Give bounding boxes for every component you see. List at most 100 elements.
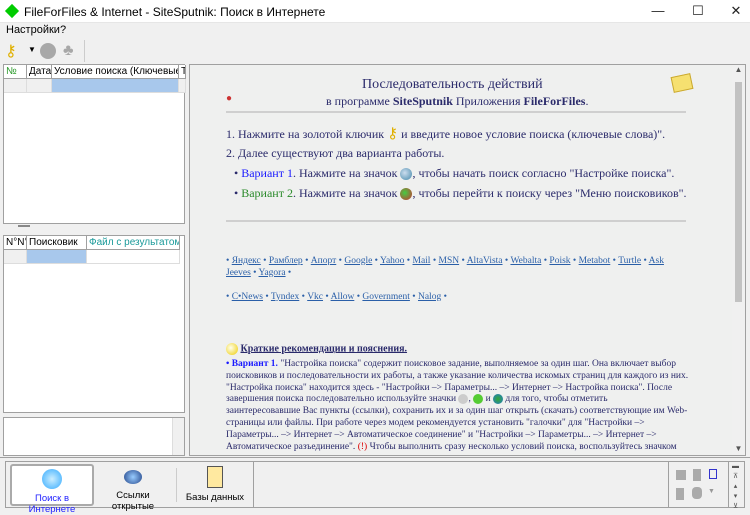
link-webalta[interactable]: Webalta [510,256,541,266]
search-globe-icon [400,168,413,181]
rec-line: Чтобы выполнить сразу несколько условий … [369,441,677,452]
memo-scrollbar[interactable] [172,418,184,455]
close-button[interactable]: ✕ [716,0,750,22]
golden-key-icon: ⚷ [387,126,399,142]
variant-text: . Нажмите на значок [292,166,401,180]
variant-2: • Вариант 2. Нажмите на значок , чтобы п… [234,186,687,201]
vertical-scrollbar[interactable]: ▲ ▼ [732,65,745,455]
splitter-handle[interactable] [18,225,30,227]
subtitle-fileforfiles: FileForFiles [523,94,586,108]
search-engines-icon: ● [226,93,233,104]
toolbar: ⚷ ▼ ♣ [0,39,750,63]
scroll-up-icon[interactable]: ▲ [732,65,745,74]
settings-icon[interactable] [692,487,702,499]
subtitle-text: в программе [326,94,393,108]
golden-key-icon[interactable]: ⚷ [5,41,17,61]
rec-line: для того, чтобы отметить [503,394,608,405]
link-nalog[interactable]: Nalog [418,292,441,302]
rec-line: Автоматическое разъединение". [226,441,358,452]
link-allow[interactable]: Allow [331,292,355,302]
search-engines-icon[interactable]: ♣ [63,42,74,60]
link-яндекс[interactable]: Яндекс [232,256,261,266]
variant-1: • Вариант 1. Нажмите на значок , чтобы н… [234,166,675,181]
divider [253,462,254,507]
link-yagora[interactable]: Yagora [259,268,286,278]
document-icon[interactable] [709,469,717,479]
link-poisk[interactable]: Poisk [549,256,570,266]
scroll-thumb[interactable] [735,82,742,302]
search-engines-icon [400,188,413,201]
selected-cell[interactable] [52,79,179,93]
rec-line: Параметры... –> Интернет –> Автоматическ… [226,429,657,440]
navigation-scroller[interactable]: ▬ ⊼ ▴ ▾ ⊻ [728,462,742,510]
col-nn[interactable]: N°N° [4,236,27,250]
link-yahoo[interactable]: Yahoo [380,256,404,266]
maximize-button[interactable]: ☐ [678,0,718,22]
divider [668,462,669,507]
warning-mark: (!) [357,441,368,452]
col-engine[interactable]: Поисковик [27,236,87,250]
link-altavista[interactable]: AltaVista [467,256,503,266]
col-number[interactable]: № [4,65,27,79]
toolbar-divider [84,40,85,62]
planet-icon [124,470,142,484]
grid-cell [4,79,27,93]
tab-internet-search[interactable]: Поиск в Интернете [10,464,94,515]
link-government[interactable]: Government [362,292,410,302]
help-content-pane: Последовательность действий в программе … [189,64,746,456]
page-icon[interactable] [676,488,684,500]
notepad-pencil-icon [670,73,694,93]
link-turtle[interactable]: Turtle [618,256,641,266]
search-globe-icon[interactable] [40,43,56,59]
tab-opened-links[interactable]: Ссылки открытые [96,464,170,512]
copy-icon[interactable] [676,470,686,480]
col-t[interactable]: Т [179,65,186,79]
link-google[interactable]: Google [344,256,372,266]
rec-line: страницы или файлы. При работе через мод… [226,418,645,429]
col-condition[interactable]: Условие поиска (Ключевые слова) [52,65,179,79]
link-vkc[interactable]: Vkc [307,292,323,302]
window-title: FileForFiles & Internet - SiteSputnik: П… [24,5,326,19]
news-links: • C•News • Tyndex • Vkc • Allow • Govern… [226,292,447,302]
variant-text: . Нажмите на значок [292,186,401,200]
tab-databases[interactable]: Базы данных [182,464,248,506]
app-icon [4,3,20,19]
rec-line: завершения поиска последовательно исполь… [226,394,457,405]
tab-label: Базы данных [185,492,245,503]
search-conditions-grid[interactable]: № Дата Условие поиска (Ключевые слова) Т [3,64,186,224]
variant-2-label: Вариант 2 [241,186,293,200]
variant-text: , чтобы начать поиск согласно "Настройке… [412,166,675,180]
grid-cell [27,79,52,93]
rec-line: "Настройка поиска" содержит поисковое за… [277,359,677,369]
step-text: и введите новое условие поиска (ключевые… [398,127,666,141]
menu-help[interactable]: ? [60,24,66,36]
link-mail[interactable]: Mail [413,256,431,266]
title-bar: FileForFiles & Internet - SiteSputnik: П… [0,0,750,23]
link-апорт[interactable]: Апорт [311,256,336,266]
scroll-down-icon[interactable]: ▼ [732,444,745,453]
menu-bar: Настройки ? [0,23,750,38]
chevron-down-icon[interactable]: ▼ [28,45,36,54]
link-tyndex[interactable]: Tyndex [271,292,299,302]
notes-memo[interactable] [3,417,185,456]
page-icon[interactable] [693,469,701,481]
grey-ball-icon [458,394,469,405]
search-engine-links: • Яндекс • Рамблер • Апорт • Google • Ya… [226,256,664,278]
col-result-file[interactable]: Файл с результатом поиска [87,236,180,250]
link-msn[interactable]: MSN [439,256,460,266]
col-date[interactable]: Дата [27,65,52,79]
menu-settings[interactable]: Настройки [6,24,60,36]
link-c-news[interactable]: C•News [232,292,263,302]
link-metabot[interactable]: Metabot [579,256,611,266]
minimize-button[interactable]: — [638,0,678,22]
content-subtitle: в программе SiteSputnik Приложения FileF… [326,94,588,109]
selected-cell[interactable] [27,250,87,264]
link-рамблер[interactable]: Рамблер [269,256,303,266]
rec-line: и [483,394,494,405]
bulb-icon [226,343,238,355]
subtitle-text: Приложения [452,94,524,108]
step-1: 1. Нажмите на золотой ключик ⚷ и введите… [226,124,665,143]
search-engines-grid[interactable]: N°N° Поисковик Файл с результатом поиска [3,235,185,413]
chevron-down-icon[interactable]: ▼ [708,488,715,495]
rec-variant-label: • Вариант 1. [226,359,278,369]
